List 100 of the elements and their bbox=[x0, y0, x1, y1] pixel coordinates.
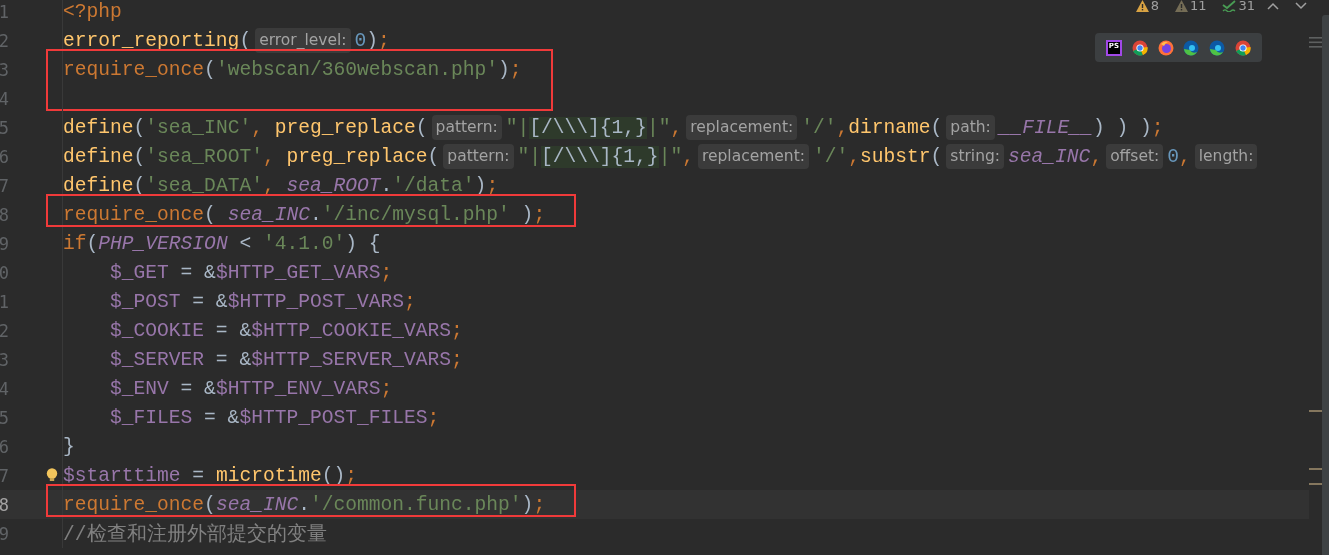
problem-count[interactable]: 8 bbox=[1150, 0, 1159, 13]
code-token: sea_INC bbox=[1008, 145, 1091, 168]
code-token: '/inc/mysql.php' bbox=[321, 203, 510, 226]
code-token: , bbox=[836, 116, 849, 139]
code-token: $HTTP_SERVER_VARS bbox=[251, 348, 452, 371]
code-token: ( bbox=[930, 116, 943, 139]
line-number: 1 bbox=[0, 291, 9, 312]
code-token: ; bbox=[427, 406, 440, 429]
code-token: $HTTP_POST_FILES bbox=[239, 406, 428, 429]
code-token: . bbox=[309, 203, 322, 226]
code-token: = & bbox=[179, 261, 216, 284]
code-token: ; bbox=[378, 29, 390, 52]
problem-count[interactable]: 31 bbox=[1238, 0, 1255, 13]
code-token: ( bbox=[133, 116, 146, 139]
parameter-hint: offset: bbox=[1106, 144, 1164, 169]
code-token: , bbox=[251, 116, 264, 139]
line-number: 2 bbox=[0, 30, 9, 51]
code-token: ( bbox=[930, 145, 943, 168]
code-token: define bbox=[63, 116, 134, 139]
parameter-hint: pattern: bbox=[431, 115, 502, 140]
code-token: ( bbox=[415, 116, 428, 139]
code-token: = & bbox=[203, 406, 240, 429]
code-token: ; bbox=[486, 174, 499, 197]
code-token: $_COOKIE bbox=[110, 319, 205, 342]
code-token: , bbox=[262, 145, 276, 168]
code-token: ( bbox=[204, 58, 216, 81]
code-token: require_once bbox=[63, 58, 205, 81]
code-token: '/data' bbox=[392, 174, 475, 197]
code-token: ; bbox=[509, 58, 522, 81]
code-token: ; bbox=[345, 464, 357, 487]
browser-icon[interactable] bbox=[1209, 39, 1226, 56]
code-token: '4.1.0' bbox=[262, 232, 346, 255]
code-token: define bbox=[63, 145, 134, 168]
code-token: ) bbox=[521, 493, 534, 516]
chevron-up-icon[interactable] bbox=[1267, 1, 1279, 10]
parameter-hint: string: bbox=[946, 144, 1005, 169]
parameter-hint: replacement: bbox=[697, 144, 809, 169]
browser-icon[interactable] bbox=[1183, 39, 1200, 56]
code-token: . bbox=[298, 493, 310, 516]
code-token: __FILE__ bbox=[998, 116, 1093, 139]
lightbulb-icon[interactable] bbox=[46, 468, 58, 482]
code-token: ( bbox=[86, 232, 99, 255]
code-token: ( bbox=[204, 203, 217, 226]
code-token: < bbox=[238, 232, 253, 255]
browser-icon[interactable] bbox=[1157, 39, 1174, 56]
code-token: $HTTP_ENV_VARS bbox=[215, 377, 381, 400]
code-token: ) bbox=[520, 203, 534, 226]
problem-count[interactable]: 11 bbox=[1189, 0, 1207, 13]
code-token: 0 bbox=[354, 29, 367, 52]
code-token: , bbox=[670, 116, 683, 139]
line-number: 8 bbox=[0, 494, 9, 515]
code-token: } bbox=[63, 435, 75, 458]
code-token: PHP_VERSION bbox=[98, 232, 228, 255]
scrollbar-thumb[interactable] bbox=[1322, 15, 1329, 555]
code-token: sea_INC bbox=[227, 203, 310, 226]
code-token: "| bbox=[505, 116, 530, 139]
line-number: 1 bbox=[0, 1, 9, 22]
code-token: sea_ROOT bbox=[286, 174, 381, 197]
line-number: 4 bbox=[0, 88, 9, 109]
code-token: define bbox=[63, 174, 134, 197]
code-token: $_POST bbox=[110, 290, 181, 313]
code-token: error_reporting bbox=[63, 29, 240, 52]
code-token: microtime bbox=[215, 464, 322, 487]
code-token: ( bbox=[133, 145, 146, 168]
code-token: ; bbox=[404, 290, 416, 313]
browser-icon[interactable] bbox=[1131, 39, 1148, 56]
line-number: 8 bbox=[0, 204, 9, 225]
code-token: "| bbox=[517, 145, 542, 168]
code-token: = & bbox=[191, 290, 228, 313]
code-token: ; bbox=[451, 348, 463, 371]
code-token: <?php bbox=[63, 0, 122, 23]
parameter-hint: path: bbox=[946, 115, 995, 140]
code-token: , bbox=[1179, 145, 1191, 168]
browser-icon[interactable] bbox=[1235, 39, 1252, 56]
code-token: $HTTP_GET_VARS bbox=[215, 261, 381, 284]
parameter-hint: pattern: bbox=[443, 144, 514, 169]
parameter-hint: error_level: bbox=[255, 28, 351, 53]
code-token: require_once bbox=[63, 493, 205, 516]
code-token: preg_replace bbox=[274, 116, 416, 139]
code-token: ; bbox=[533, 493, 546, 516]
code-token: ; bbox=[380, 377, 393, 400]
line-number: 5 bbox=[0, 117, 9, 138]
code-token: , bbox=[682, 145, 694, 168]
line-number: 0 bbox=[0, 262, 9, 283]
code-token: $_ENV bbox=[110, 377, 169, 400]
line-number: 5 bbox=[0, 407, 9, 428]
line-number: 3 bbox=[0, 349, 9, 370]
code-token: [/\\\]{1,} bbox=[529, 116, 647, 139]
chevron-down-icon[interactable] bbox=[1295, 1, 1307, 10]
code-token: $_GET bbox=[110, 261, 169, 284]
line-number: 4 bbox=[0, 378, 9, 399]
line-number: 7 bbox=[0, 465, 9, 486]
code-token: 'sea_DATA' bbox=[145, 174, 263, 197]
code-token: ; bbox=[533, 203, 546, 226]
parameter-hint: length: bbox=[1194, 144, 1258, 169]
line-number: 2 bbox=[0, 320, 9, 341]
code-token: . bbox=[380, 174, 393, 197]
code-token: ; bbox=[451, 319, 463, 342]
code-token: $_FILES bbox=[110, 406, 193, 429]
code-token: 'sea_ROOT' bbox=[145, 145, 263, 168]
